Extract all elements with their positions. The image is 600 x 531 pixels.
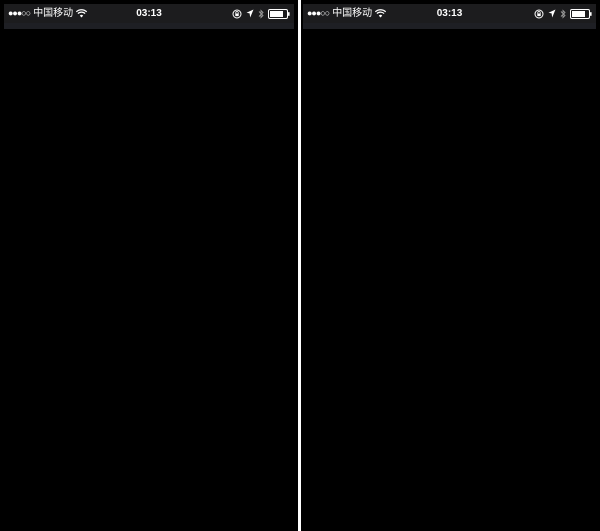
battery-icon xyxy=(570,8,592,19)
orientation-lock-icon xyxy=(232,9,242,19)
header-strip xyxy=(303,23,596,29)
orientation-lock-icon xyxy=(534,9,544,19)
status-bar: ●●●○○ 中国移动 03:13 xyxy=(303,4,596,23)
location-arrow-icon xyxy=(548,9,556,18)
screenshot-stage: ●●●○○ 中国移动 03:13 ●●●○○ 中国移动 03:13 xyxy=(0,0,600,531)
location-arrow-icon xyxy=(246,9,254,18)
bluetooth-icon xyxy=(560,8,566,19)
header-strip xyxy=(4,23,294,29)
phone-screen-right: ●●●○○ 中国移动 03:13 xyxy=(301,0,600,531)
phone-screen-left: ●●●○○ 中国移动 03:13 xyxy=(0,0,298,531)
status-bar-right xyxy=(232,4,290,23)
status-bar-right xyxy=(534,4,592,23)
status-bar: ●●●○○ 中国移动 03:13 xyxy=(4,4,294,23)
bluetooth-icon xyxy=(258,8,264,19)
battery-icon xyxy=(268,8,290,19)
